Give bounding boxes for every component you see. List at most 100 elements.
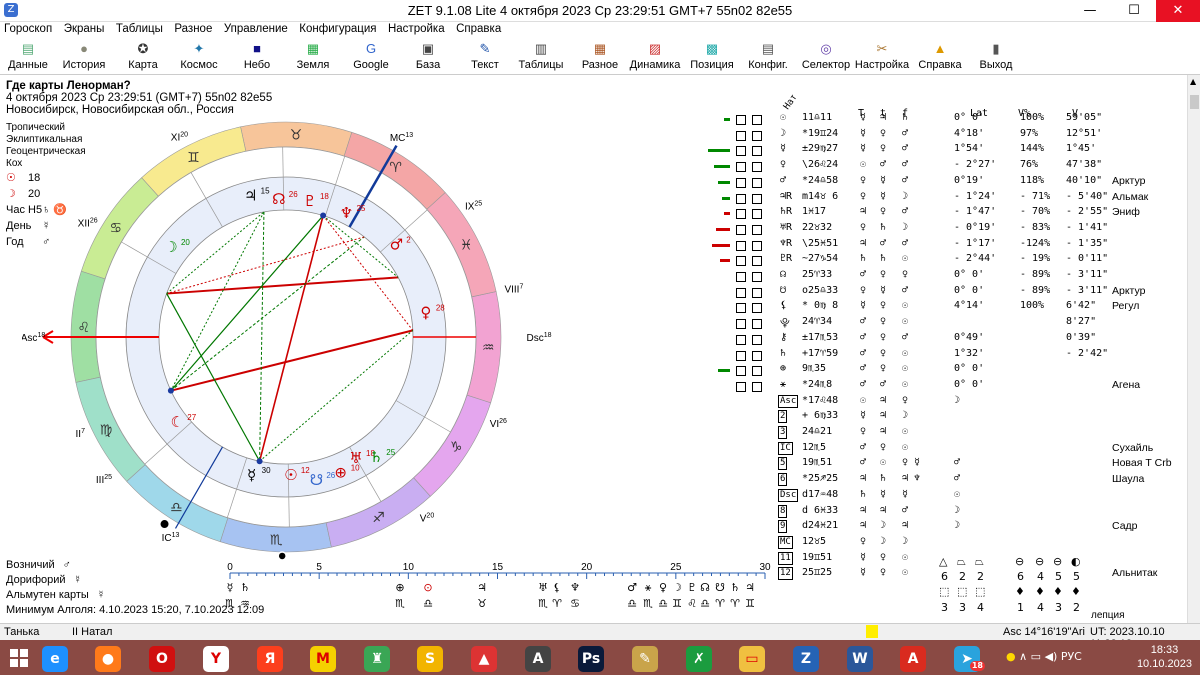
menu-configuration[interactable]: Конфигурация <box>295 22 380 37</box>
row-aspect-box[interactable] <box>752 130 762 141</box>
planet-glyph[interactable]: ☿ <box>247 466 256 484</box>
row-aspect-box[interactable] <box>752 146 762 157</box>
table-row[interactable]: IC 12♏5 ♂ ♀ ☉ Сухайль <box>700 441 1188 457</box>
table-row[interactable]: Dsc d17♒48 ♄ ☿ ☿ ☉ <box>700 488 1188 504</box>
menu-misc[interactable]: Разное <box>170 22 216 37</box>
menu-help[interactable]: Справка <box>452 22 505 37</box>
toolbar-history-button[interactable]: ● История <box>57 39 111 75</box>
app-green-icon[interactable]: ♜ <box>359 642 395 673</box>
app-x-icon[interactable]: ✗ <box>681 642 717 673</box>
table-row[interactable]: ♃R m14♉ 6 ♀ ☿ ☽ - 1°24' - 71% - 5'40" Альмак <box>700 191 1188 206</box>
table-row[interactable]: ☉ 11♎11 ☿ ♃ ♄ 0° 0' 100% 59'05" <box>700 112 1188 127</box>
language-indicator[interactable]: РУС <box>1061 650 1082 663</box>
row-checkbox[interactable] <box>736 130 746 141</box>
table-row[interactable]: ☽ *19♊24 ☿ ♀ ♂ 4°18' 97% 12°51' <box>700 128 1188 143</box>
word-icon[interactable]: W <box>842 642 878 673</box>
table-row[interactable]: ♅R 22♉32 ♀ ♄ ☽ - 0°19' - 83% - 1'41" <box>700 222 1188 237</box>
planet-glyph[interactable]: ♄ <box>370 448 383 466</box>
menu-control[interactable]: Управление <box>220 22 292 37</box>
row-checkbox[interactable] <box>736 209 746 220</box>
table-row[interactable]: ⯓ 24♈34 ♂ ♀ ☉ 8'27" <box>700 316 1188 331</box>
row-aspect-box[interactable] <box>752 224 762 235</box>
toolbar-cosmos-button[interactable]: ✦ Космос <box>174 39 224 75</box>
taskbar-clock[interactable]: 18:33 10.10.2023 <box>1137 643 1192 671</box>
toolbar-help-button[interactable]: ▲ Справка <box>916 39 964 75</box>
table-row[interactable]: Asc *17♌48 ☉ ♃ ♀ ☽ <box>700 394 1188 410</box>
planet-glyph[interactable]: ♆ <box>340 204 353 222</box>
toolbar-position-button[interactable]: ▩ Позиция <box>689 39 735 75</box>
toolbar-selector-button[interactable]: ◎ Селектор <box>798 39 854 75</box>
table-row[interactable]: ☋ o25♎33 ♀ ☿ ♂ 0° 0' - 89% - 3'11" Арктур <box>700 285 1188 300</box>
natal-chart-wheel[interactable]: ♈♉♊♋♌♍♎♏♐♑♒♓Asc18 Dsc18MC13IC13XI20XII26I… <box>22 112 582 562</box>
firefox-icon[interactable]: ● <box>90 642 126 673</box>
planet-glyph[interactable]: ☽ <box>164 238 177 256</box>
row-aspect-box[interactable] <box>752 240 762 251</box>
menu-settings[interactable]: Настройка <box>384 22 449 37</box>
planet-glyph[interactable]: ☉ <box>284 466 297 484</box>
table-row[interactable]: ☿ ±29♍27 ☿ ♀ ♂ 1°54' 144% 1°45' <box>700 143 1188 158</box>
row-checkbox[interactable] <box>736 334 746 345</box>
row-aspect-box[interactable] <box>752 256 762 267</box>
toolbar-misc-button[interactable]: ▦ Разное <box>576 39 624 75</box>
minimize-button[interactable]: — <box>1068 0 1112 22</box>
toolbar-tables-button[interactable]: ▥ Таблицы <box>513 39 569 75</box>
row-checkbox[interactable] <box>736 256 746 267</box>
telegram-icon[interactable]: ➤ 18 <box>949 642 985 673</box>
table-row[interactable]: ♄ +17♈59 ♂ ♀ ☉ 1°32' - 2'42" <box>700 348 1188 363</box>
zet-icon[interactable]: Z <box>788 642 824 673</box>
row-aspect-box[interactable] <box>752 381 762 392</box>
app-tool-icon[interactable]: ✎ <box>627 642 663 673</box>
yandex-icon[interactable]: Я <box>252 642 288 673</box>
planet-glyph[interactable]: ♃ <box>244 186 257 204</box>
planet-glyph[interactable]: ♀ <box>420 303 431 321</box>
scroll-thumb[interactable] <box>1190 95 1199 109</box>
table-row[interactable]: ♇R ~27♑54 ♄ ♄ ☉ - 2°44' - 19% - 0'11" <box>700 253 1188 268</box>
planet-glyph[interactable]: ☾ <box>171 413 184 431</box>
toolbar-exit-button[interactable]: ▮ Выход <box>974 39 1018 75</box>
table-row[interactable]: MC 12♉5 ♀ ☽ ☽ <box>700 535 1188 551</box>
toolbar-data-button[interactable]: ▤ Данные <box>3 39 53 75</box>
table-row[interactable]: ♂ *24♎58 ♀ ☿ ♂ 0°19' 118% 40'10" Арктур <box>700 175 1188 190</box>
row-checkbox[interactable] <box>736 303 746 314</box>
tray-app-icon[interactable]: ● <box>1006 650 1016 663</box>
row-checkbox[interactable] <box>736 350 746 361</box>
app-a-icon[interactable]: A <box>520 642 556 673</box>
row-aspect-box[interactable] <box>752 287 762 298</box>
planet-glyph[interactable]: ⊕ <box>334 463 347 481</box>
row-checkbox[interactable] <box>736 287 746 298</box>
table-row[interactable]: ⚷ ±17♏53 ♂ ♀ ♂ 0°49' 0'39" <box>700 332 1188 347</box>
menu-screens[interactable]: Экраны <box>60 22 109 37</box>
toolbar-earth-button[interactable]: ▦ Земля <box>291 39 335 75</box>
toolbar-settings-button[interactable]: ✂ Настройка <box>853 39 911 75</box>
row-checkbox[interactable] <box>736 193 746 204</box>
toolbar-sky-button[interactable]: ■ Небо <box>235 39 279 75</box>
row-checkbox[interactable] <box>736 366 746 377</box>
toolbar-google-button[interactable]: G Google <box>346 39 396 75</box>
row-aspect-box[interactable] <box>752 272 762 282</box>
row-aspect-box[interactable] <box>752 115 762 125</box>
row-aspect-box[interactable] <box>752 209 762 220</box>
table-row[interactable]: ⚸ * 0♍ 8 ☿ ♀ ☉ 4°14' 100% 6'42" Регул <box>700 300 1188 315</box>
row-aspect-box[interactable] <box>752 162 762 173</box>
acrobat-icon[interactable]: A <box>895 642 931 673</box>
toolbar-text-button[interactable]: ✎ Текст <box>465 39 505 75</box>
toolbar-dynamics-button[interactable]: ▨ Динамика <box>629 39 681 75</box>
table-row[interactable]: ⚹ *24♏8 ♂ ♂ ☉ 0° 0' Агена <box>700 379 1188 394</box>
scroll-up-icon[interactable]: ▲ <box>1190 77 1196 86</box>
planet-glyph[interactable]: ♂ <box>390 235 403 253</box>
app-s-icon[interactable]: S <box>412 642 448 673</box>
row-checkbox[interactable] <box>736 381 746 392</box>
volume-icon[interactable]: ◀) <box>1045 650 1058 663</box>
table-row[interactable]: ♄R 1♓17 ♃ ♀ ♂ - 1°47' - 70% - 2'55" Эниф <box>700 206 1188 221</box>
row-checkbox[interactable] <box>736 272 746 282</box>
ie-icon[interactable]: e <box>37 642 73 673</box>
explorer-icon[interactable]: ▭ <box>734 642 770 673</box>
row-aspect-box[interactable] <box>752 193 762 204</box>
opera-icon[interactable]: O <box>144 642 180 673</box>
table-row[interactable]: ☊ 25♈33 ♂ ♀ ♀ 0° 0' - 89% - 3'11" <box>700 269 1188 284</box>
row-checkbox[interactable] <box>736 146 746 157</box>
row-aspect-box[interactable] <box>752 350 762 361</box>
row-checkbox[interactable] <box>736 177 746 188</box>
table-row[interactable]: 9 d24♓21 ♃ ☽ ♃ ☽ Садр <box>700 520 1188 535</box>
table-row[interactable]: 3 24♎21 ♀ ♃ ☉ <box>700 426 1188 441</box>
